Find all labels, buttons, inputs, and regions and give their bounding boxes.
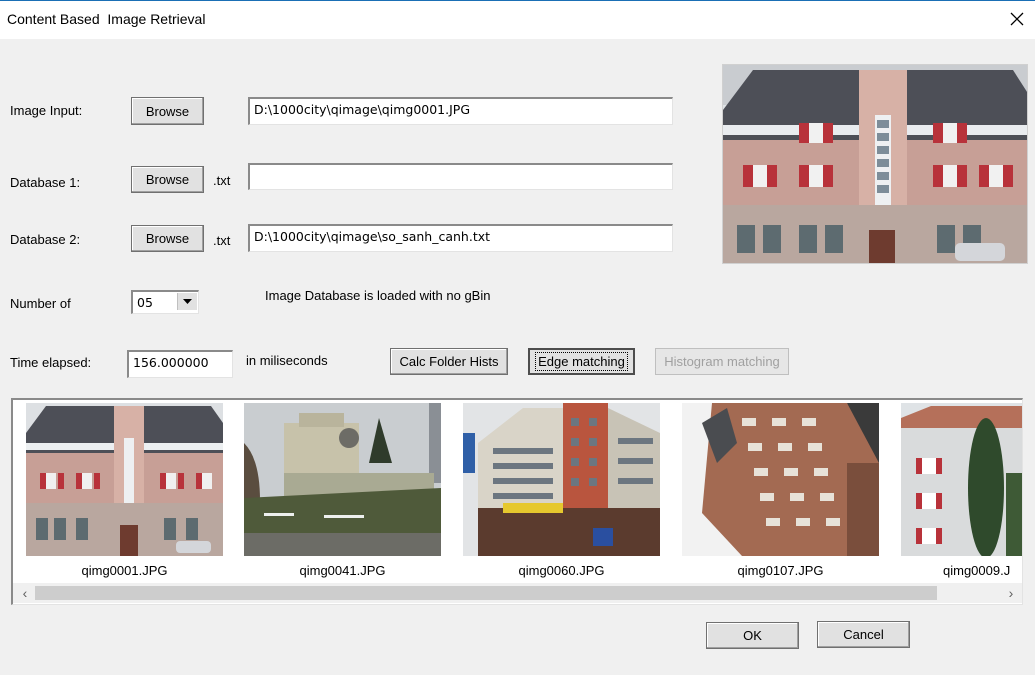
result-filename: qimg0009.J	[943, 563, 1011, 578]
result-filename: qimg0107.JPG	[737, 563, 824, 578]
number-of-label: Number of	[10, 296, 71, 311]
chevron-right-icon[interactable]: ›	[1001, 583, 1021, 603]
result-filename: qimg0060.JPG	[518, 563, 605, 578]
database2-ext-label: .txt	[213, 233, 231, 248]
database1-label: Database 1:	[10, 175, 81, 190]
calc-folder-hists-button[interactable]: Calc Folder Hists	[390, 348, 508, 375]
scrollbar-thumb[interactable]	[35, 586, 937, 600]
edge-matching-label: Edge matching	[535, 352, 628, 371]
window-title: Content Based Image Retrieval	[7, 11, 206, 27]
result-filename: qimg0041.JPG	[299, 563, 386, 578]
result-thumbnail[interactable]	[901, 403, 1022, 556]
status-text: Image Database is loaded with no gBin	[265, 288, 491, 303]
cancel-button[interactable]: Cancel	[817, 621, 910, 648]
database2-label: Database 2:	[10, 232, 81, 247]
database1-browse-button[interactable]: Browse	[131, 166, 204, 193]
close-icon[interactable]	[1005, 7, 1029, 31]
ok-button[interactable]: OK	[706, 622, 799, 649]
result-thumbnail[interactable]	[244, 403, 441, 556]
time-elapsed-label: Time elapsed:	[10, 355, 92, 370]
image-input-browse-button[interactable]: Browse	[131, 97, 204, 125]
image-input-path-field[interactable]: D:\1000city\qimage\qimg0001.JPG	[248, 97, 673, 125]
chevron-left-icon[interactable]: ‹	[15, 583, 35, 603]
result-thumbnail[interactable]	[463, 403, 660, 556]
results-gallery[interactable]: qimg0001.JPG qimg0041.JPG qimg0060.JPG q…	[11, 398, 1023, 605]
number-of-value: 05	[137, 295, 153, 310]
edge-matching-button[interactable]: Edge matching	[528, 348, 635, 375]
database1-path-field[interactable]	[248, 163, 673, 190]
time-elapsed-field[interactable]: 156.000000	[127, 350, 233, 378]
chevron-down-icon[interactable]	[177, 293, 197, 310]
number-of-select[interactable]: 05	[131, 290, 199, 314]
title-bar: Content Based Image Retrieval	[0, 0, 1035, 39]
result-thumbnail[interactable]	[26, 403, 223, 556]
result-thumbnail[interactable]	[682, 403, 879, 556]
gallery-horizontal-scrollbar[interactable]: ‹ ›	[13, 583, 1022, 603]
database2-path-field[interactable]: D:\1000city\qimage\so_sanh_canh.txt	[248, 224, 673, 252]
database2-browse-button[interactable]: Browse	[131, 225, 204, 252]
histogram-matching-button[interactable]: Histogram matching	[655, 348, 789, 375]
database1-ext-label: .txt	[213, 173, 231, 188]
time-unit-label: in miliseconds	[246, 353, 328, 368]
image-input-label: Image Input:	[10, 103, 83, 118]
result-filename: qimg0001.JPG	[81, 563, 168, 578]
preview-image	[722, 64, 1028, 264]
